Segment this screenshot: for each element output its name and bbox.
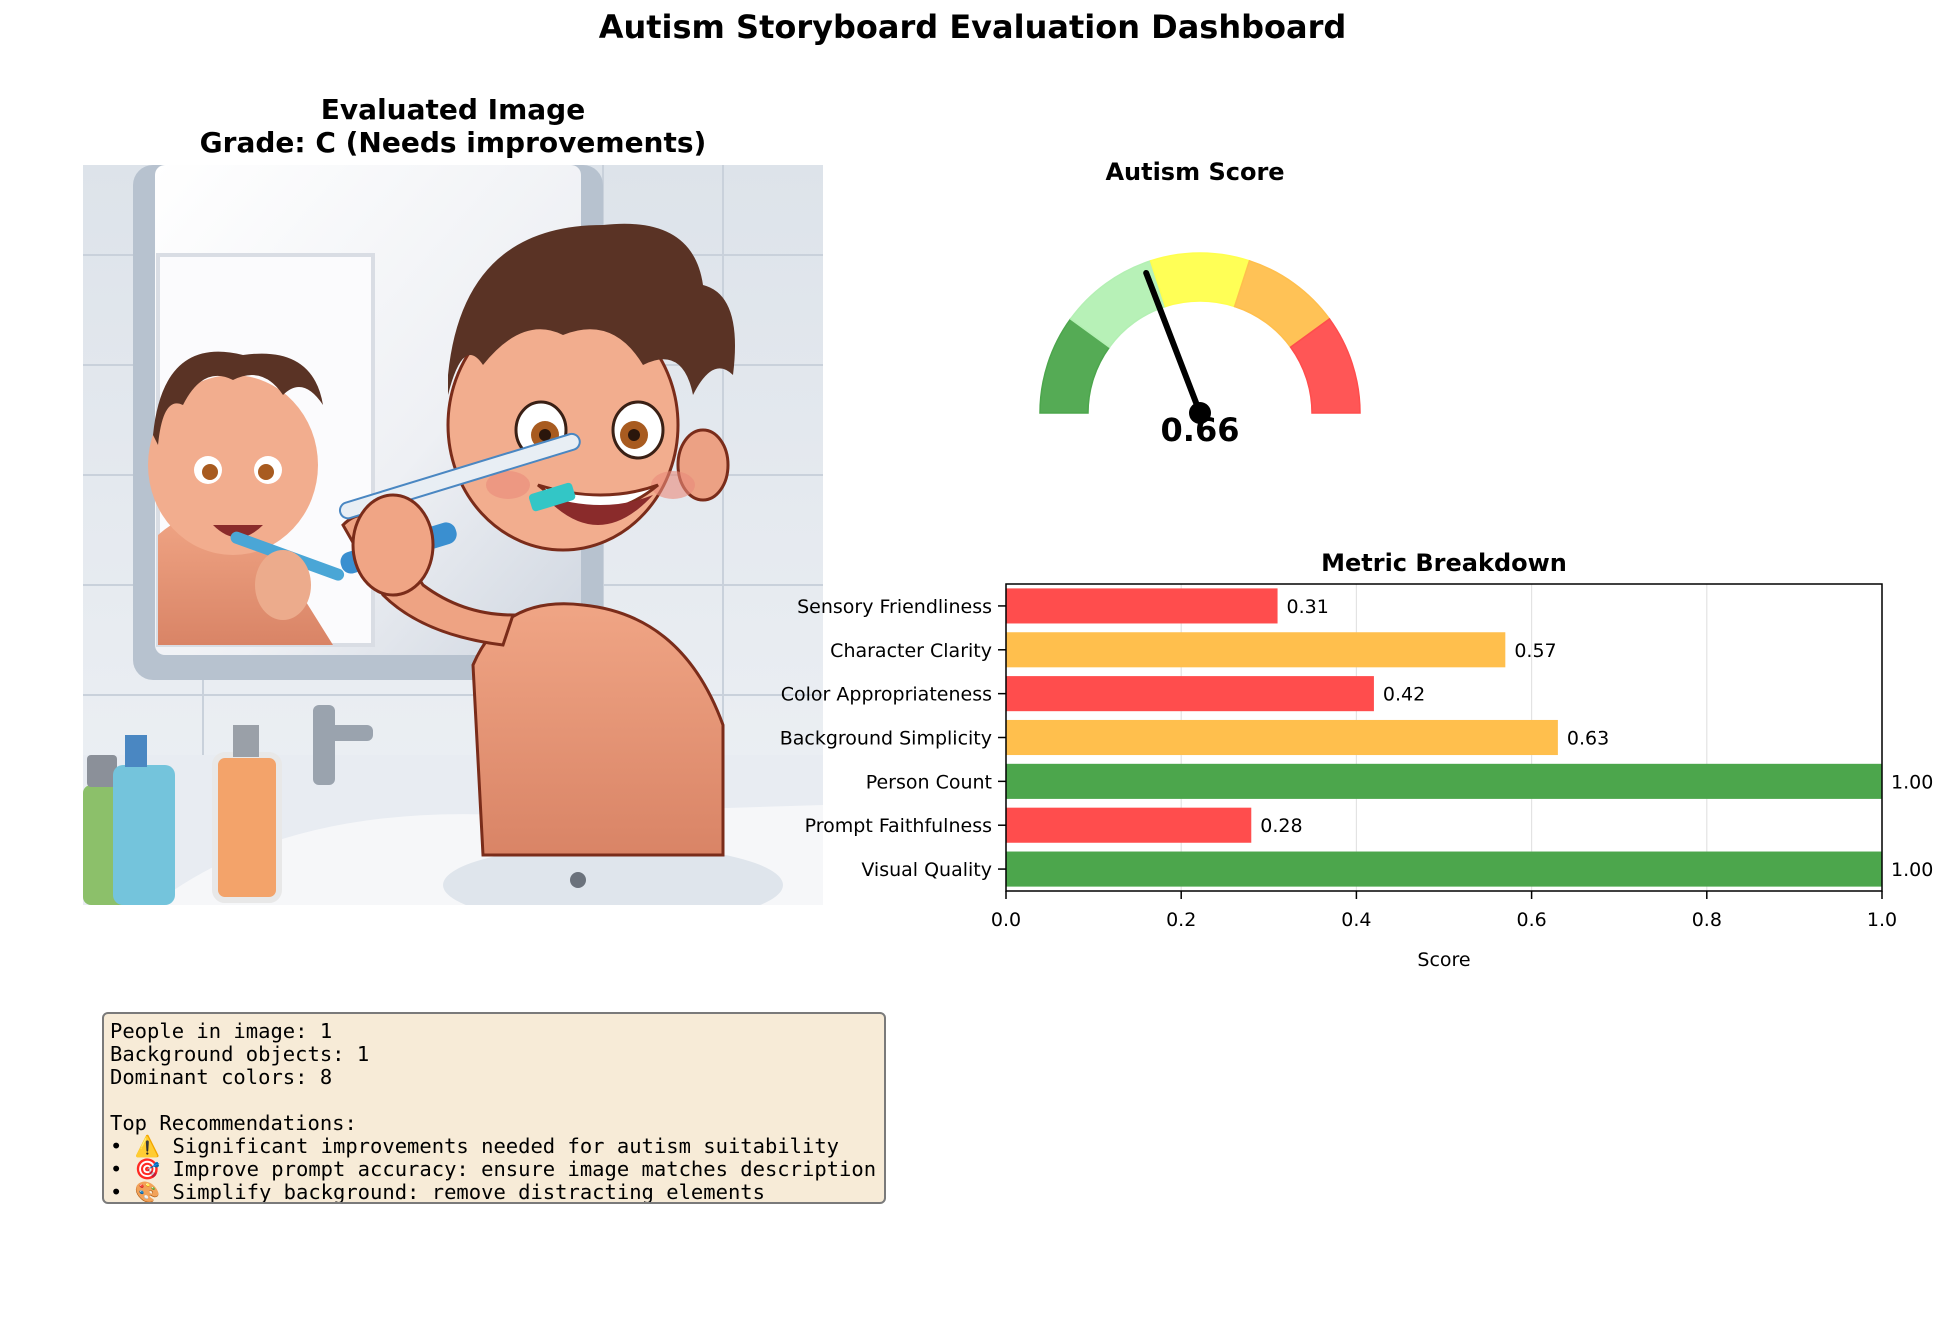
background-objects: Background objects: 1 (110, 1042, 370, 1066)
plot-frame (1005, 583, 1883, 892)
recommendations-header: Top Recommendations: (110, 1111, 357, 1135)
bar (1006, 676, 1374, 712)
image-panel-heading: Evaluated Image (320, 93, 586, 126)
x-tick-label: 0.6 (1516, 909, 1546, 931)
autism-score-gauge: 0.66 (1039, 252, 1361, 449)
category-label: Visual Quality (861, 859, 992, 881)
gauge-value-label: 0.66 (1161, 411, 1240, 449)
x-tick-label: 0.4 (1341, 909, 1371, 931)
recommendation-item: • 🎨 Simplify background: remove distract… (110, 1180, 765, 1204)
image-panel-title: Evaluated Image Grade: C (Needs improvem… (83, 93, 823, 159)
x-tick-label: 0.8 (1692, 909, 1722, 931)
value-label: 0.63 (1567, 728, 1609, 750)
category-label: Sensory Friendliness (797, 596, 992, 618)
value-label: 0.57 (1514, 640, 1556, 662)
dashboard-title: Autism Storyboard Evaluation Dashboard (598, 8, 1347, 46)
evaluated-image (83, 165, 823, 905)
grade-line: Grade: C (Needs improvements) (199, 126, 707, 159)
people-count: People in image: 1 (110, 1019, 333, 1043)
category-label: Character Clarity (830, 640, 992, 662)
x-tick-label: 0.0 (991, 909, 1021, 931)
category-label: Prompt Faithfulness (805, 815, 992, 837)
x-tick-label: 1.0 (1867, 909, 1897, 931)
value-label: 0.31 (1287, 596, 1329, 618)
value-label: 1.00 (1891, 771, 1933, 793)
bar (1006, 588, 1278, 624)
recommendation-item: • 🎯 Improve prompt accuracy: ensure imag… (110, 1157, 877, 1181)
value-label: 0.42 (1383, 684, 1425, 706)
sink-drain (570, 872, 586, 888)
x-axis-label: Score (1417, 949, 1470, 971)
bar (1006, 807, 1252, 843)
bar (1006, 632, 1506, 668)
value-label: 1.00 (1891, 859, 1933, 881)
info-box: People in image: 1 Background objects: 1D… (102, 1012, 886, 1204)
category-label: Person Count (866, 771, 992, 793)
gauge-segment (1149, 252, 1251, 308)
bar (1006, 719, 1558, 756)
bar (1006, 851, 1882, 887)
dominant-colors: Dominant colors: 8 (110, 1065, 333, 1089)
value-label: 0.28 (1260, 815, 1302, 837)
bar (1006, 763, 1882, 799)
bar-chart-title: Metric Breakdown (1321, 549, 1567, 577)
recommendation-item: • ⚠️ Significant improvements needed for… (110, 1134, 840, 1158)
x-tick-label: 0.2 (1166, 909, 1196, 931)
gauge-title: Autism Score (1105, 158, 1285, 186)
